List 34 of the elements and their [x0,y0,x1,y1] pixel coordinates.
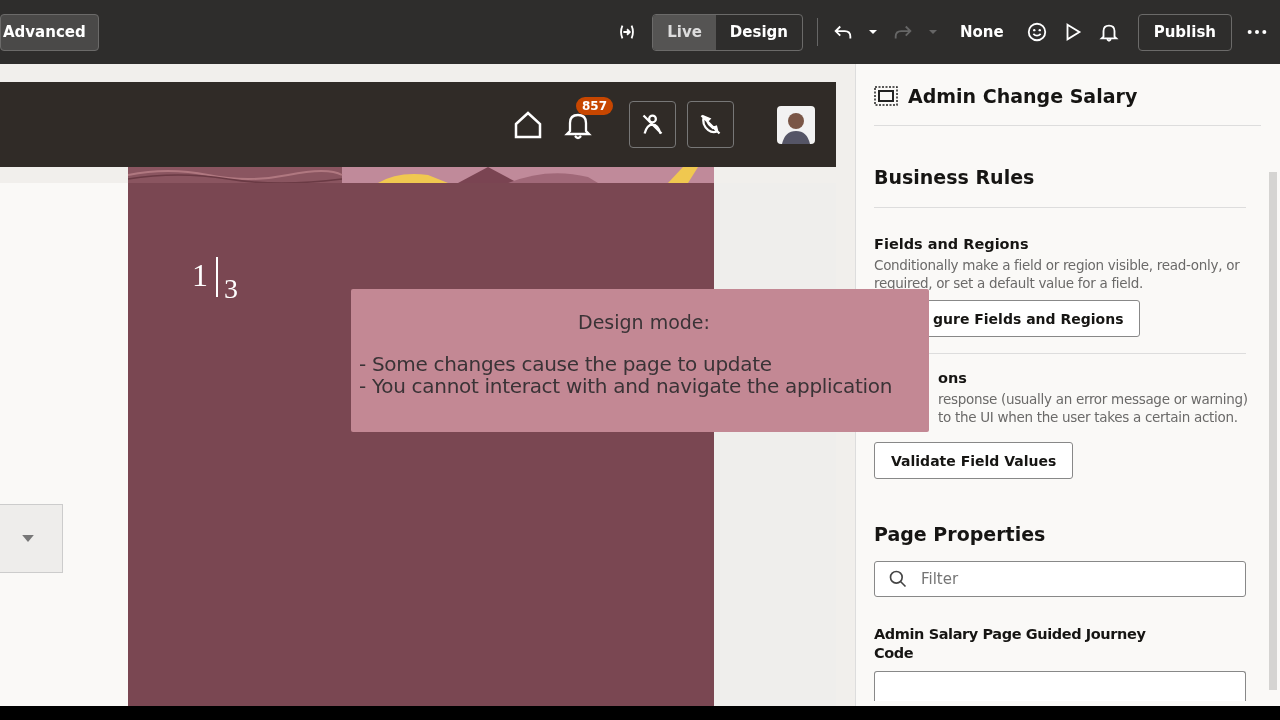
caret-icon[interactable] [867,27,878,37]
dropdown-field[interactable] [0,504,63,573]
rule-description: Conditionally make a field or region visible, read-only, or [874,256,1241,274]
rule-heading: Fields and Regions [874,236,1030,252]
notification-badge: 857 [576,96,614,115]
rule-description: to the UI when the user takes a certain action. [937,408,1239,426]
version-label[interactable]: None [959,23,1004,41]
field-label: Admin Salary Page Guided Journey Code [874,625,1147,663]
rule-description: required, or set a default value for a field. [874,274,1145,292]
avatar[interactable] [777,105,815,144]
publish-button[interactable]: Publish [1137,13,1232,51]
notice-text: - You cannot interact with and navigate the application [359,375,894,397]
rule-description: response (usually an error message or warning) [937,390,1246,408]
section-heading: Business Rules [874,126,1246,208]
page-number: 1 [192,257,208,294]
filter-field[interactable]: Filter [874,561,1246,597]
section-heading: Page Properties [874,522,1047,547]
advanced-button[interactable]: Advanced [0,13,99,51]
mode-tab[interactable]: Live [653,14,716,50]
mode-tab[interactable]: Design [715,14,802,50]
notice-title: Design mode: [577,311,711,333]
smiley-icon[interactable] [1025,21,1048,43]
phone-off-button[interactable] [687,101,734,148]
rule-heading: ons [937,370,968,386]
rule-button[interactable]: Validate Field Values [874,442,1074,479]
panel-title: Admin Change Salary [908,84,1138,107]
person-off-button[interactable] [629,101,676,148]
page-total: 3 [224,273,238,305]
caret-icon [22,535,34,542]
search-icon [888,569,908,589]
scrollbar[interactable] [1269,172,1277,690]
notice-text: - Some changes cause the page to update [359,353,773,375]
section-icon [874,85,898,106]
input-field[interactable] [874,671,1246,701]
